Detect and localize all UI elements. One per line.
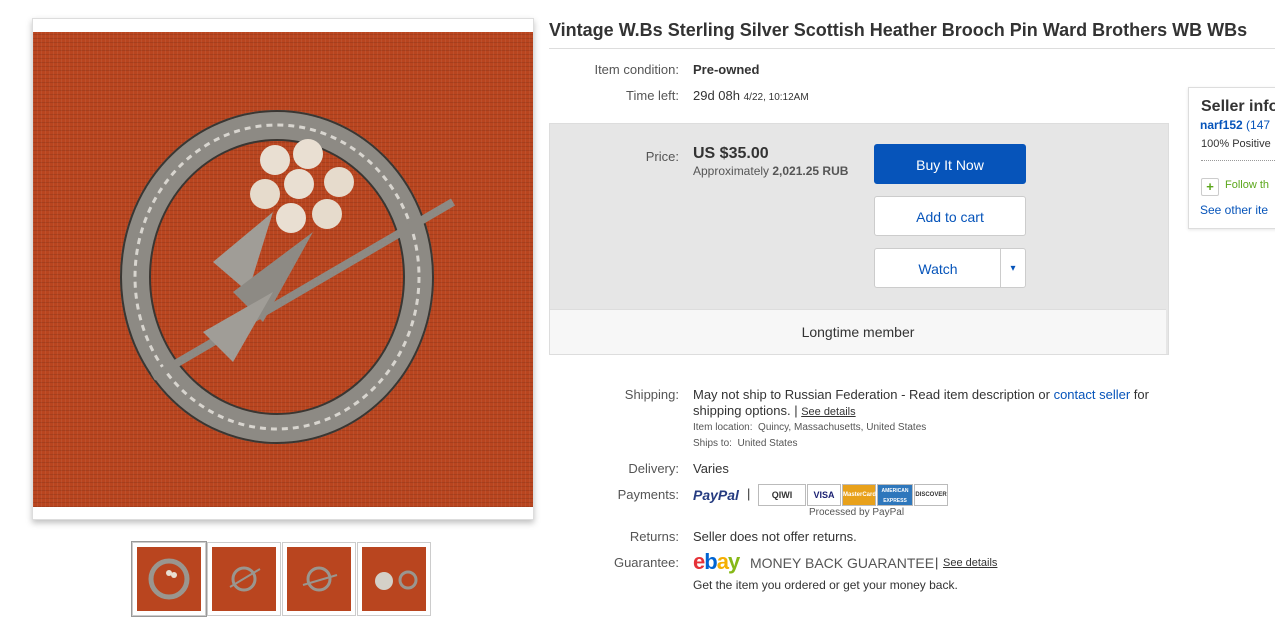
brooch-image xyxy=(120,110,456,444)
ships-to: Ships to: United States xyxy=(693,438,798,449)
time-left-value: 29d 08h 4/22, 10:12AM xyxy=(693,88,809,103)
seller-info-box: Seller info narf152 (147 100% Positive +… xyxy=(1188,87,1275,229)
item-title: Vintage W.Bs Sterling Silver Scottish He… xyxy=(549,20,1248,40)
see-other-items-link[interactable]: See other ite xyxy=(1200,203,1268,217)
qiwi-logo: QIWI xyxy=(758,484,806,506)
seller-name-row: narf152 (147 xyxy=(1200,118,1270,132)
follow-seller-link[interactable]: Follow th xyxy=(1225,179,1269,191)
chevron-down-icon[interactable]: ▾ xyxy=(1001,249,1025,289)
ships-to-value: United States xyxy=(737,438,798,449)
guarantee-subtext: Get the item you ordered or get your mon… xyxy=(693,578,958,592)
thumbnail-3[interactable] xyxy=(282,542,356,616)
shipping-label: Shipping: xyxy=(624,387,679,402)
processed-by-paypal: Processed by PayPal xyxy=(809,507,905,518)
approx-prefix: Approximately xyxy=(693,164,770,178)
buy-it-now-button[interactable]: Buy It Now xyxy=(874,144,1026,184)
ebay-logo: ebay xyxy=(693,549,740,574)
price-value: US $35.00 xyxy=(693,145,769,162)
payments-label: Payments: xyxy=(617,487,679,502)
plus-icon[interactable]: + xyxy=(1201,178,1219,196)
condition-value: Pre-owned xyxy=(693,62,760,77)
time-left-label: Time left: xyxy=(626,88,679,103)
shipping-see-details-link[interactable]: See details xyxy=(801,406,855,418)
thumbnail-2[interactable] xyxy=(207,542,281,616)
returns-value: Seller does not offer returns. xyxy=(693,529,857,544)
paypal-logo: PayPal xyxy=(693,487,739,503)
thumbnail-1[interactable] xyxy=(132,542,206,616)
shipping-text: May not ship to Russian Federation - Rea… xyxy=(693,387,1050,402)
item-location: Item location: Quincy, Massachusetts, Un… xyxy=(693,422,926,433)
item-location-label: Item location: xyxy=(693,422,753,433)
watch-button[interactable]: Watch ▾ xyxy=(874,248,1026,288)
approx-price: Approximately 2,021.25 RUB xyxy=(693,164,848,178)
seller-positive: 100% Positive xyxy=(1201,138,1271,150)
seller-feedback-link[interactable]: (147 xyxy=(1246,118,1270,132)
title-divider xyxy=(549,48,1275,49)
contact-seller-link[interactable]: contact seller xyxy=(1054,387,1131,402)
guarantee-label: Guarantee: xyxy=(613,555,679,570)
seller-info-title: Seller info xyxy=(1201,98,1275,115)
main-product-image[interactable] xyxy=(33,32,533,507)
thumbnail-4[interactable] xyxy=(357,542,431,616)
visa-logo: VISA xyxy=(807,484,841,506)
shipping-text-after: for xyxy=(1133,387,1149,402)
longtime-member-badge: Longtime member xyxy=(550,309,1166,354)
guarantee-see-details-link[interactable]: See details xyxy=(943,557,997,569)
returns-label: Returns: xyxy=(629,529,679,544)
item-location-value: Quincy, Massachusetts, United States xyxy=(758,422,927,433)
amex-logo: AMERICAN EXPRESS xyxy=(877,484,913,506)
watch-label[interactable]: Watch xyxy=(875,249,1001,289)
delivery-label: Delivery: xyxy=(628,461,679,476)
main-image-frame[interactable] xyxy=(32,18,534,520)
guarantee-separator: | xyxy=(935,555,939,570)
money-back-guarantee: MONEY BACK GUARANTEE xyxy=(750,555,935,571)
approx-value: 2,021.25 RUB xyxy=(772,164,849,178)
condition-label: Item condition: xyxy=(594,62,679,77)
time-left-duration: 29d 08h xyxy=(693,88,740,103)
seller-divider xyxy=(1201,160,1275,161)
time-left-date: 4/22, 10:12AM xyxy=(743,92,809,103)
shipping-value: May not ship to Russian Federation - Rea… xyxy=(693,387,1149,418)
seller-name-link[interactable]: narf152 xyxy=(1200,118,1243,132)
price-label: Price: xyxy=(645,149,679,164)
paypal-separator: | xyxy=(747,486,751,501)
discover-logo: DISCOVER xyxy=(914,484,948,506)
shipping-line2: shipping options. xyxy=(693,403,791,418)
add-to-cart-button[interactable]: Add to cart xyxy=(874,196,1026,236)
ships-to-label: Ships to: xyxy=(693,438,732,449)
delivery-value: Varies xyxy=(693,461,729,476)
mastercard-logo: MasterCard xyxy=(842,484,876,506)
